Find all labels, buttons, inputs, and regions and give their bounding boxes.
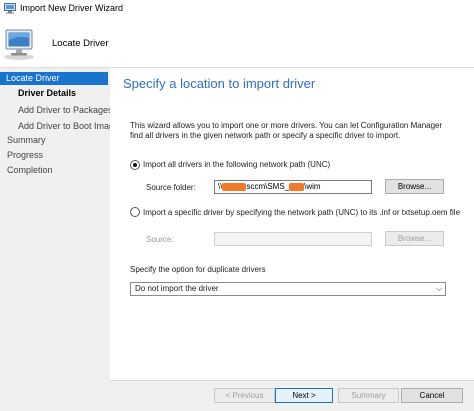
summary-button[interactable]: Summary <box>338 388 399 403</box>
wizard-steps-sidebar: Locate Driver Driver Details Add Driver … <box>0 68 124 411</box>
sidebar-item-progress[interactable]: Progress <box>7 149 43 162</box>
wizard-footer: < Previous Next > Summary Cancel <box>110 380 474 411</box>
import-all-radio[interactable] <box>130 160 140 170</box>
next-button[interactable]: Next > <box>275 388 333 403</box>
computer-wizard-icon <box>4 3 16 14</box>
import-specific-label: Import a specific driver by specifying t… <box>143 208 461 217</box>
title-bar: Import New Driver Wizard <box>0 0 474 18</box>
sidebar-item-add-driver-to-packages[interactable]: Add Driver to Packages <box>18 104 113 117</box>
window-title: Import New Driver Wizard <box>20 3 124 13</box>
page-title: Locate Driver <box>52 38 109 49</box>
source-path-part2: \wim <box>304 182 321 191</box>
chevron-down-icon: ⌵ <box>435 284 442 293</box>
redacted-server-name <box>222 182 247 191</box>
source-label: Source: <box>146 235 174 244</box>
duplicate-option-label: Specify the option for duplicate drivers <box>130 265 266 274</box>
content-heading: Specify a location to import driver <box>123 76 316 91</box>
duplicate-option-select[interactable]: Do not import the driver ⌵ <box>130 282 446 296</box>
sidebar-item-summary[interactable]: Summary <box>7 134 46 147</box>
source-folder-input[interactable]: \\ sccm\SMS_ \wim <box>214 180 372 194</box>
browse-file-button[interactable]: Browse... <box>385 231 444 246</box>
import-specific-radio[interactable] <box>130 207 140 217</box>
sidebar-item-driver-details[interactable]: Driver Details <box>18 87 76 100</box>
computer-monitor-icon <box>4 29 34 60</box>
radio-selected-dot <box>133 163 137 167</box>
source-path-part1: sccm\SMS_ <box>246 182 290 191</box>
source-folder-label: Source folder: <box>146 183 196 192</box>
cancel-button[interactable]: Cancel <box>401 388 463 403</box>
wizard-content: Specify a location to import driver This… <box>110 68 474 411</box>
sidebar-item-completion[interactable]: Completion <box>7 164 53 177</box>
wizard-header: Locate Driver <box>0 18 474 68</box>
sidebar-item-add-driver-to-boot-images[interactable]: Add Driver to Boot Images <box>18 120 124 133</box>
duplicate-option-value: Do not import the driver <box>135 284 219 293</box>
previous-button[interactable]: < Previous <box>214 388 275 403</box>
sidebar-item-locate-driver[interactable]: Locate Driver <box>0 72 108 85</box>
wizard-description: This wizard allows you to import one or … <box>130 121 443 140</box>
browse-folder-button[interactable]: Browse... <box>385 179 444 194</box>
redacted-site-code <box>289 182 305 191</box>
source-file-input[interactable] <box>214 232 372 246</box>
import-all-label: Import all drivers in the following netw… <box>143 160 331 169</box>
